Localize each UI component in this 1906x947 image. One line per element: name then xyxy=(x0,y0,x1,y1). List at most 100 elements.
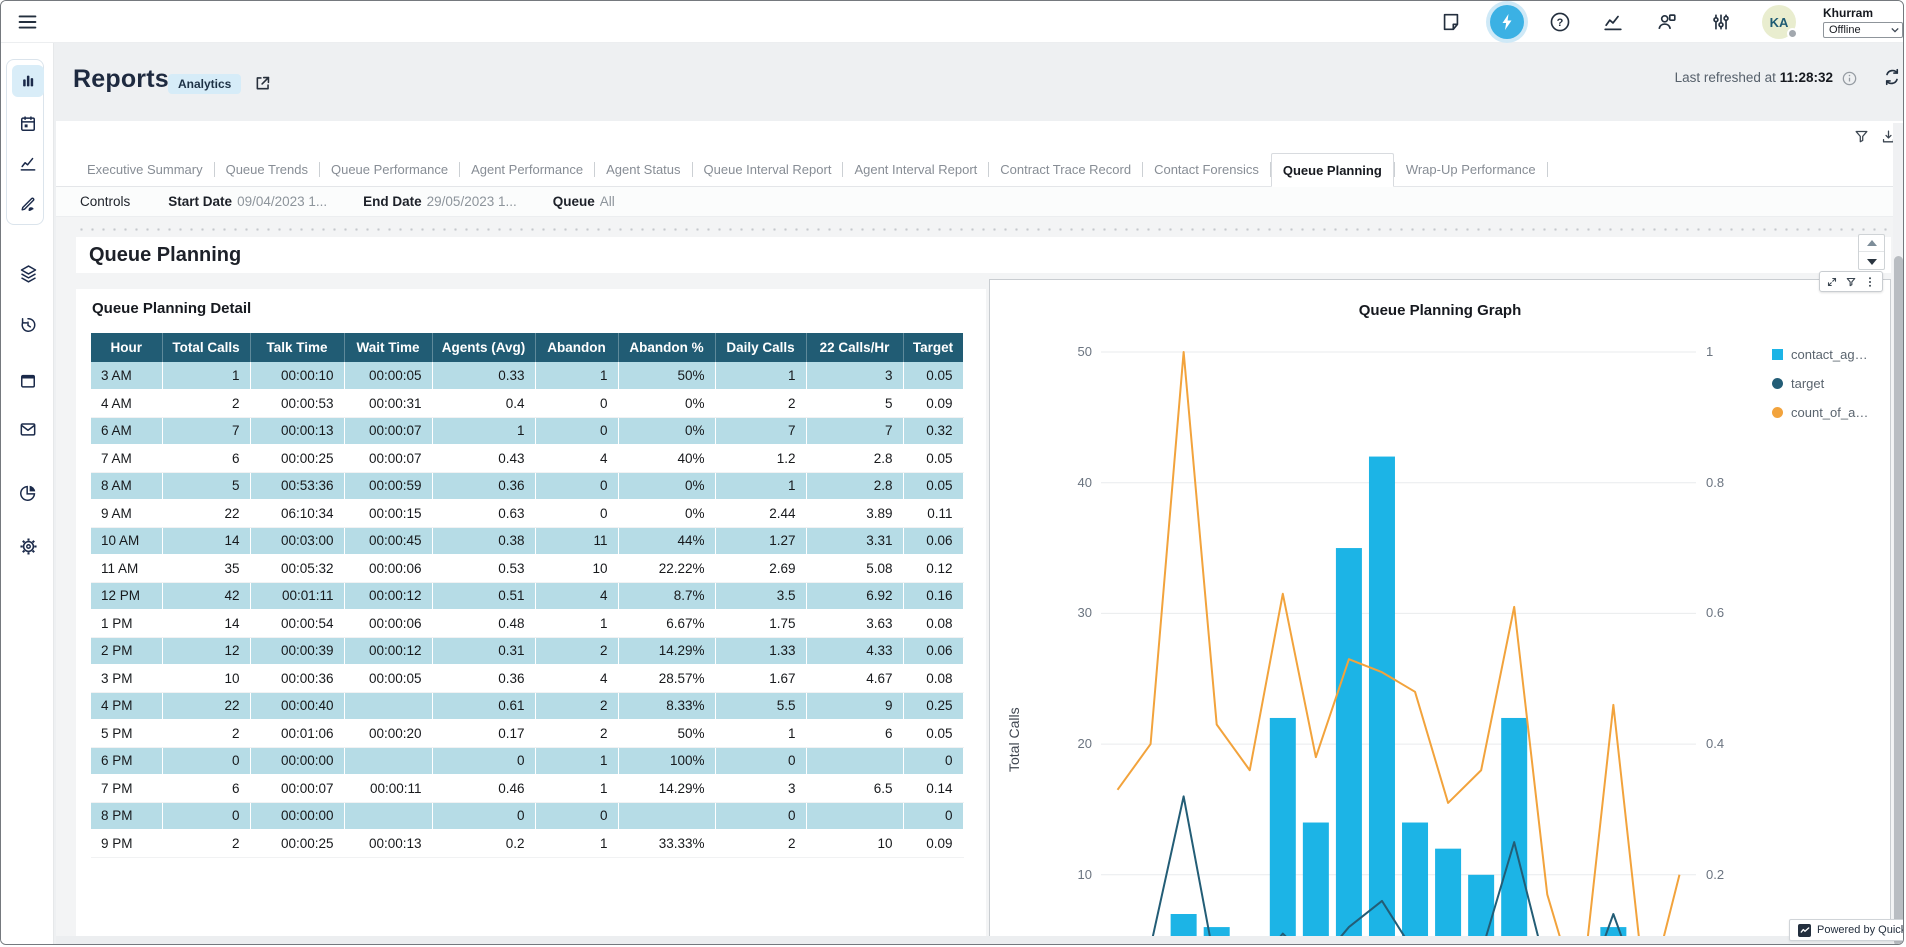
column-header[interactable]: Talk Time xyxy=(250,333,344,362)
sidebar-item-analytics[interactable] xyxy=(12,148,44,180)
column-header[interactable]: Target xyxy=(903,333,963,362)
table-row[interactable]: 2 PM1200:00:3900:00:120.31214.29%1.334.3… xyxy=(91,637,963,665)
quicksight-logo-icon xyxy=(1798,924,1811,937)
table-cell: 00:00:39 xyxy=(250,637,344,665)
vertical-scrollbar-thumb[interactable] xyxy=(1894,256,1903,945)
tab-agent-status[interactable]: Agent Status xyxy=(595,153,691,186)
hamburger-menu-icon[interactable] xyxy=(18,14,37,35)
table-cell: 00:00:07 xyxy=(344,417,432,445)
tab-queue-performance[interactable]: Queue Performance xyxy=(320,153,459,186)
table-cell: 4.33 xyxy=(806,637,903,665)
table-row[interactable]: 9 PM200:00:2500:00:130.2133.33%2100.09 xyxy=(91,830,963,858)
filter-start-date[interactable]: Start Date09/04/2023 1... xyxy=(168,194,327,209)
table-cell: 0 xyxy=(162,802,250,830)
table-row[interactable]: 4 PM2200:00:400.6128.33%5.590.25 xyxy=(91,692,963,720)
sidebar-item-settings[interactable] xyxy=(12,530,44,562)
refresh-icon[interactable] xyxy=(1882,67,1902,92)
kebab-menu-icon[interactable] xyxy=(1864,276,1876,288)
column-header[interactable]: Total Calls xyxy=(162,333,250,362)
legend-item-target[interactable]: target xyxy=(1772,369,1868,398)
tab-executive-summary[interactable]: Executive Summary xyxy=(76,153,214,186)
table-cell: 8.7% xyxy=(618,582,715,610)
info-icon[interactable] xyxy=(1841,70,1858,92)
gear-icon xyxy=(18,536,39,557)
table-row[interactable]: 6 AM700:00:1300:00:07100%770.32 xyxy=(91,417,963,445)
tab-contact-forensics[interactable]: Contact Forensics xyxy=(1143,153,1270,186)
filter-icon[interactable] xyxy=(1845,276,1857,288)
tab-agent-performance[interactable]: Agent Performance xyxy=(460,153,594,186)
scroll-up-button[interactable] xyxy=(1859,235,1884,252)
table-cell: 00:00:20 xyxy=(344,720,432,748)
sidebar-item-mail[interactable] xyxy=(12,413,44,445)
report-tabs: Executive SummaryQueue TrendsQueue Perfo… xyxy=(56,153,1893,187)
table-row[interactable]: 7 PM600:00:0700:00:110.46114.29%36.50.14 xyxy=(91,775,963,803)
table-row[interactable]: 8 PM000:00:000000 xyxy=(91,802,963,830)
column-header[interactable]: Wait Time xyxy=(344,333,432,362)
bar-10-am xyxy=(1303,823,1329,945)
sidebar-item-reports[interactable] xyxy=(12,65,44,97)
sidebar-item-window[interactable] xyxy=(12,365,44,397)
sidebar-item-pie-reports[interactable] xyxy=(12,477,44,509)
tab-agent-interval-report[interactable]: Agent Interval Report xyxy=(843,153,988,186)
table-row[interactable]: 6 PM000:00:0001100%00 xyxy=(91,747,963,775)
table-row[interactable]: 10 AM1400:03:0000:00:450.381144%1.273.31… xyxy=(91,527,963,555)
table-cell: 6.67% xyxy=(618,610,715,638)
tab-wrap-up-performance[interactable]: Wrap-Up Performance xyxy=(1395,153,1547,186)
note-icon[interactable] xyxy=(1440,11,1462,38)
table-row[interactable]: 12 PM4200:01:1100:00:120.5148.7%3.56.920… xyxy=(91,582,963,610)
table-row[interactable]: 3 AM100:00:1000:00:050.33150%130.05 xyxy=(91,362,963,390)
horizontal-scrollbar[interactable] xyxy=(56,936,1893,945)
sidebar-item-design[interactable] xyxy=(12,188,44,220)
filter-queue[interactable]: QueueAll xyxy=(553,194,615,209)
table-row[interactable]: 8 AM500:53:3600:00:590.3600%12.80.05 xyxy=(91,472,963,500)
agents-icon[interactable] xyxy=(1656,11,1678,38)
metrics-icon[interactable] xyxy=(1602,11,1624,38)
availability-value: Offline xyxy=(1829,24,1861,36)
table-row[interactable]: 4 AM200:00:5300:00:310.400%250.09 xyxy=(91,390,963,418)
table-cell: 1.67 xyxy=(715,665,806,693)
table-cell: 1 xyxy=(715,472,806,500)
table-cell: 2.44 xyxy=(715,500,806,528)
tab-contract-trace-record[interactable]: Contract Trace Record xyxy=(989,153,1142,186)
table-row[interactable]: 7 AM600:00:2500:00:070.43440%1.22.80.05 xyxy=(91,445,963,473)
scroll-down-button[interactable] xyxy=(1859,253,1884,270)
table-row[interactable]: 5 PM200:01:0600:00:200.17250%160.05 xyxy=(91,720,963,748)
pie-chart-icon xyxy=(18,483,38,503)
last-refreshed: Last refreshed at 11:28:32 xyxy=(1651,70,1833,85)
help-icon[interactable]: ? xyxy=(1549,11,1571,38)
column-header[interactable]: 22 Calls/Hr xyxy=(806,333,903,362)
table-row[interactable]: 3 PM1000:00:3600:00:050.36428.57%1.674.6… xyxy=(91,665,963,693)
filter-end-date[interactable]: End Date29/05/2023 1... xyxy=(363,194,517,209)
column-header[interactable]: Abandon xyxy=(535,333,618,362)
table-row[interactable]: 9 AM2206:10:3400:00:150.6300%2.443.890.1… xyxy=(91,500,963,528)
column-header[interactable]: Daily Calls xyxy=(715,333,806,362)
legend-label: contact_ag… xyxy=(1791,347,1868,362)
tab-queue-interval-report[interactable]: Queue Interval Report xyxy=(693,153,843,186)
table-cell: 14.29% xyxy=(618,637,715,665)
table-row[interactable]: 1 PM1400:00:5400:00:060.4816.67%1.753.63… xyxy=(91,610,963,638)
sidebar-item-calendar[interactable] xyxy=(12,108,44,140)
legend-item-count-of-a-[interactable]: count_of_a… xyxy=(1772,398,1868,427)
sidebar-item-datasets[interactable] xyxy=(12,257,44,289)
column-header[interactable]: Agents (Avg) xyxy=(432,333,535,362)
table-cell: 00:00:13 xyxy=(344,830,432,858)
table-cell: 0 xyxy=(432,802,535,830)
sliders-icon[interactable] xyxy=(1710,11,1732,38)
column-header[interactable]: Hour xyxy=(91,333,162,362)
table-cell: 00:00:05 xyxy=(344,665,432,693)
tab-queue-trends[interactable]: Queue Trends xyxy=(215,153,319,186)
table-cell: 00:00:06 xyxy=(344,555,432,583)
filter-icon[interactable] xyxy=(1853,128,1870,150)
sidebar-item-history[interactable] xyxy=(12,309,44,341)
chart-plot-area[interactable] xyxy=(1101,342,1701,945)
expand-icon[interactable] xyxy=(1826,276,1838,288)
table-cell: 00:00:59 xyxy=(344,472,432,500)
legend-item-contact-ag-[interactable]: contact_ag… xyxy=(1772,340,1868,369)
column-header[interactable]: Abandon % xyxy=(618,333,715,362)
availability-select[interactable]: Offline xyxy=(1823,22,1903,38)
external-link-icon[interactable] xyxy=(253,74,272,98)
lightning-quick-actions-button[interactable] xyxy=(1490,5,1524,39)
tab-queue-planning[interactable]: Queue Planning xyxy=(1271,153,1394,187)
table-row[interactable]: 11 AM3500:05:3200:00:060.531022.22%2.695… xyxy=(91,555,963,583)
bar-3-pm xyxy=(1468,875,1494,945)
